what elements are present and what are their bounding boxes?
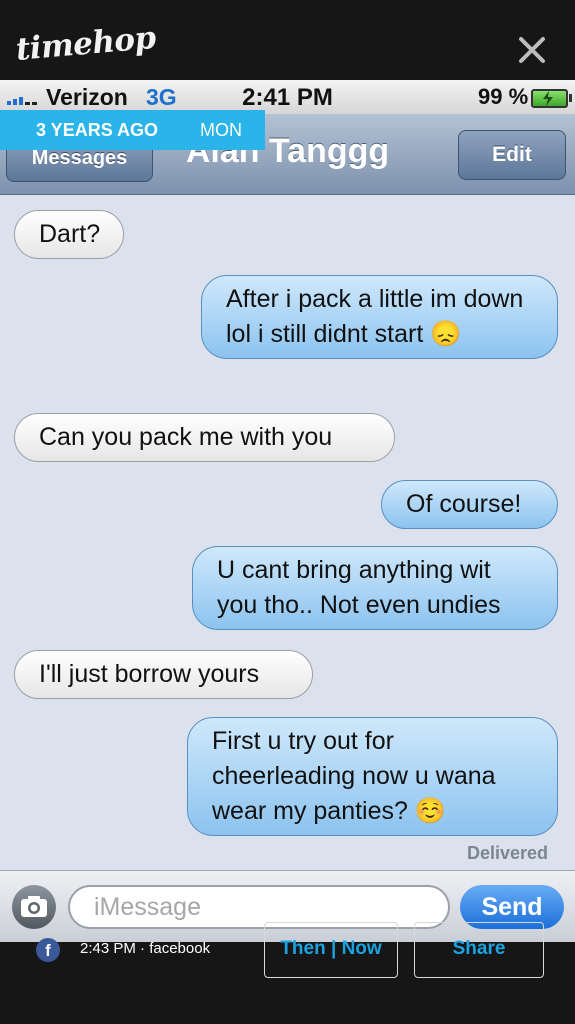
camera-button[interactable] <box>12 885 56 929</box>
message-bubble-sent: After i pack a little im down lol i stil… <box>201 275 558 359</box>
battery-percent: 99 % <box>478 84 529 109</box>
share-button[interactable]: Share <box>414 922 544 978</box>
screenshot: Verizon 3G 2:41 PM 99 % Messages Alan Ta… <box>0 80 575 942</box>
weekday-label: MON <box>200 120 242 140</box>
timehop-logo: timehop <box>14 19 158 68</box>
message-bubble-received: Dart? <box>14 210 124 259</box>
years-ago-label: 3 YEARS AGO <box>36 120 159 140</box>
delivered-status: Delivered <box>467 843 549 863</box>
status-bar: Verizon 3G 2:41 PM 99 % <box>0 80 575 114</box>
facebook-icon: f <box>36 938 60 962</box>
message-bubble-received: Can you pack me with you <box>14 413 395 462</box>
edit-button[interactable]: Edit <box>458 130 566 180</box>
message-bubble-sent: First u try out for cheerleading now u w… <box>187 717 558 836</box>
message-bubble-received: I'll just borrow yours <box>14 650 313 699</box>
post-meta: 2:43 PM · facebook <box>80 940 211 957</box>
message-bubble-sent: Of course! <box>381 480 558 529</box>
close-icon[interactable] <box>516 34 548 66</box>
message-bubble-sent: U cant bring anything wit you tho.. Not … <box>192 546 558 630</box>
battery-icon <box>531 89 572 108</box>
years-ago-badge: 3 YEARS AGO MON <box>0 110 265 150</box>
camera-icon <box>21 896 47 917</box>
then-now-button[interactable]: Then | Now <box>264 922 398 978</box>
